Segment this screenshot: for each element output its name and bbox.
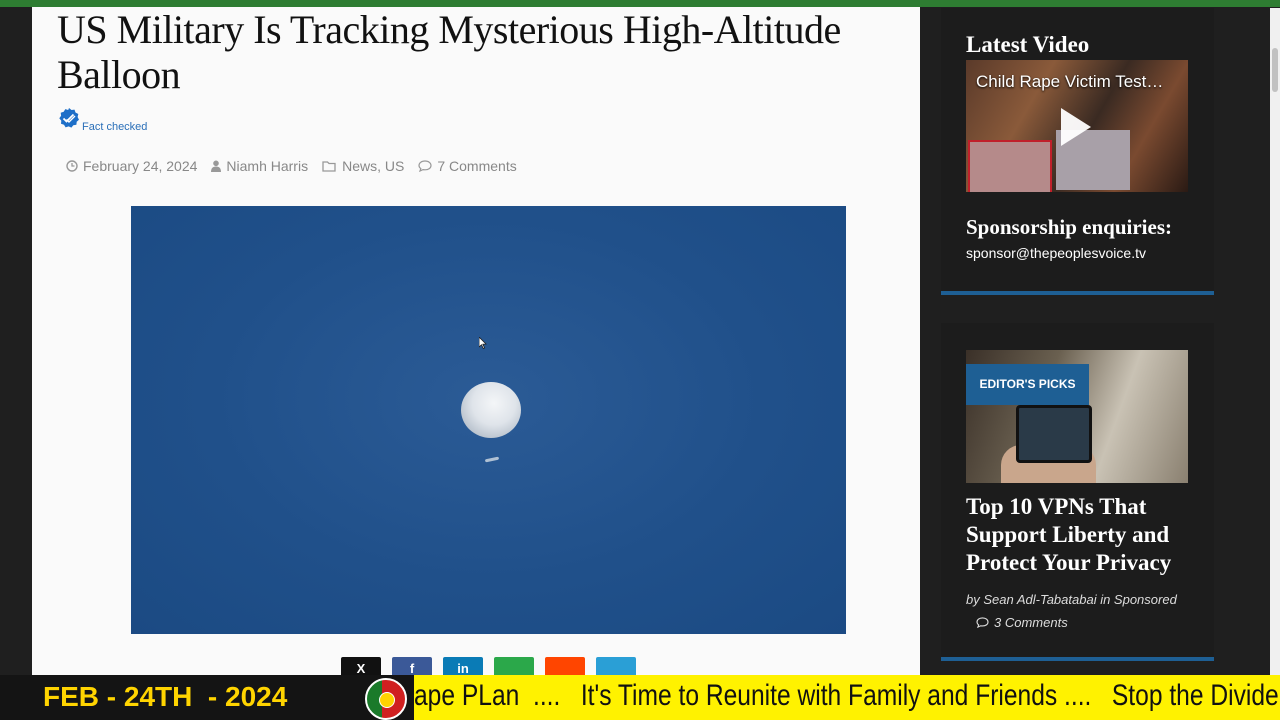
- mouse-cursor-icon: [479, 337, 487, 349]
- article-title: US Military Is Tracking Mysterious High-…: [57, 7, 841, 97]
- video-title: Child Rape Victim Test…: [976, 72, 1164, 91]
- editors-pick-image[interactable]: EDITOR'S PICKS: [966, 350, 1188, 483]
- video-inset-thumbnail: [968, 140, 1052, 192]
- linkedin-share-button[interactable]: in: [443, 657, 483, 675]
- reddit-share-button[interactable]: [545, 657, 585, 675]
- comment-icon: [418, 160, 432, 172]
- fact-check-icon: [59, 108, 79, 128]
- sponsorship-email[interactable]: sponsor@thepeoplesvoice.tv: [966, 245, 1146, 261]
- portugal-flag-icon: [365, 678, 407, 720]
- fact-checked-label: Fact checked: [82, 121, 148, 133]
- author-link[interactable]: Niamh Harris: [226, 158, 308, 174]
- article-hero-image: [131, 206, 846, 634]
- comment-icon: [976, 617, 989, 628]
- category-separator: ,: [377, 158, 381, 174]
- share-bar: Xf in: [341, 657, 647, 675]
- scrollbar-thumb[interactable]: [1272, 48, 1278, 92]
- category-news-link[interactable]: News: [342, 158, 377, 174]
- meta-comments[interactable]: 7 Comments: [418, 158, 517, 174]
- meta-categories: News, US: [322, 158, 404, 174]
- editors-pick-byline: by Sean Adl-Tabatabai in Sponsored: [966, 592, 1177, 607]
- latest-video-widget: Latest Video Child Rape Victim Test… Spo…: [941, 8, 1214, 295]
- balloon-payload: [484, 456, 500, 463]
- email-share-button[interactable]: [494, 657, 534, 675]
- linkedin-icon: in: [457, 661, 469, 675]
- folder-icon: [322, 161, 336, 172]
- balloon-shape: [461, 382, 521, 438]
- x-share-button[interactable]: X: [341, 657, 381, 675]
- flag-seal: [379, 692, 395, 708]
- latest-video-player[interactable]: Child Rape Victim Test…: [966, 60, 1188, 192]
- editors-pick-comments-label: 3 Comments: [994, 615, 1068, 630]
- fact-checked-badge[interactable]: Fact checked: [58, 107, 147, 133]
- meta-date: February 24, 2024: [66, 158, 197, 174]
- ticker-bar: ape PLan .... It's Time to Reunite with …: [414, 675, 1280, 720]
- post-date: February 24, 2024: [83, 158, 198, 174]
- facebook-share-button[interactable]: f: [392, 657, 432, 675]
- ticker-date: FEB - 24TH - 2024: [43, 681, 288, 712]
- top-accent-strip: [0, 0, 1280, 7]
- scrollbar-track[interactable]: [1270, 8, 1280, 675]
- editors-picks-badge[interactable]: EDITOR'S PICKS: [966, 364, 1089, 405]
- category-us-link[interactable]: US: [385, 158, 404, 174]
- editors-picks-widget: EDITOR'S PICKS Top 10 VPNs That Support …: [941, 323, 1214, 661]
- x-icon: X: [356, 661, 366, 675]
- user-icon: [211, 160, 222, 172]
- telegram-share-button[interactable]: [596, 657, 636, 675]
- meta-author[interactable]: Niamh Harris: [211, 158, 308, 174]
- editors-pick-comments[interactable]: 3 Comments: [976, 615, 1068, 630]
- image-tablet: [1016, 405, 1092, 463]
- latest-video-heading: Latest Video: [966, 32, 1090, 57]
- article-meta: February 24, 2024 Niamh Harris News, US …: [66, 158, 531, 174]
- clock-icon: [66, 160, 78, 172]
- news-ticker: FEB - 24TH - 2024 ape PLan .... It's Tim…: [0, 675, 1280, 720]
- editors-pick-title[interactable]: Top 10 VPNs That Support Liberty and Pro…: [966, 493, 1196, 577]
- sponsorship-heading: Sponsorship enquiries:: [966, 215, 1172, 239]
- ticker-text: ape PLan .... It's Time to Reunite with …: [414, 679, 1279, 712]
- comments-link[interactable]: 7 Comments: [437, 158, 516, 174]
- article-column: US Military Is Tracking Mysterious High-…: [32, 7, 920, 675]
- facebook-icon: f: [409, 661, 415, 675]
- play-icon[interactable]: [1061, 108, 1091, 146]
